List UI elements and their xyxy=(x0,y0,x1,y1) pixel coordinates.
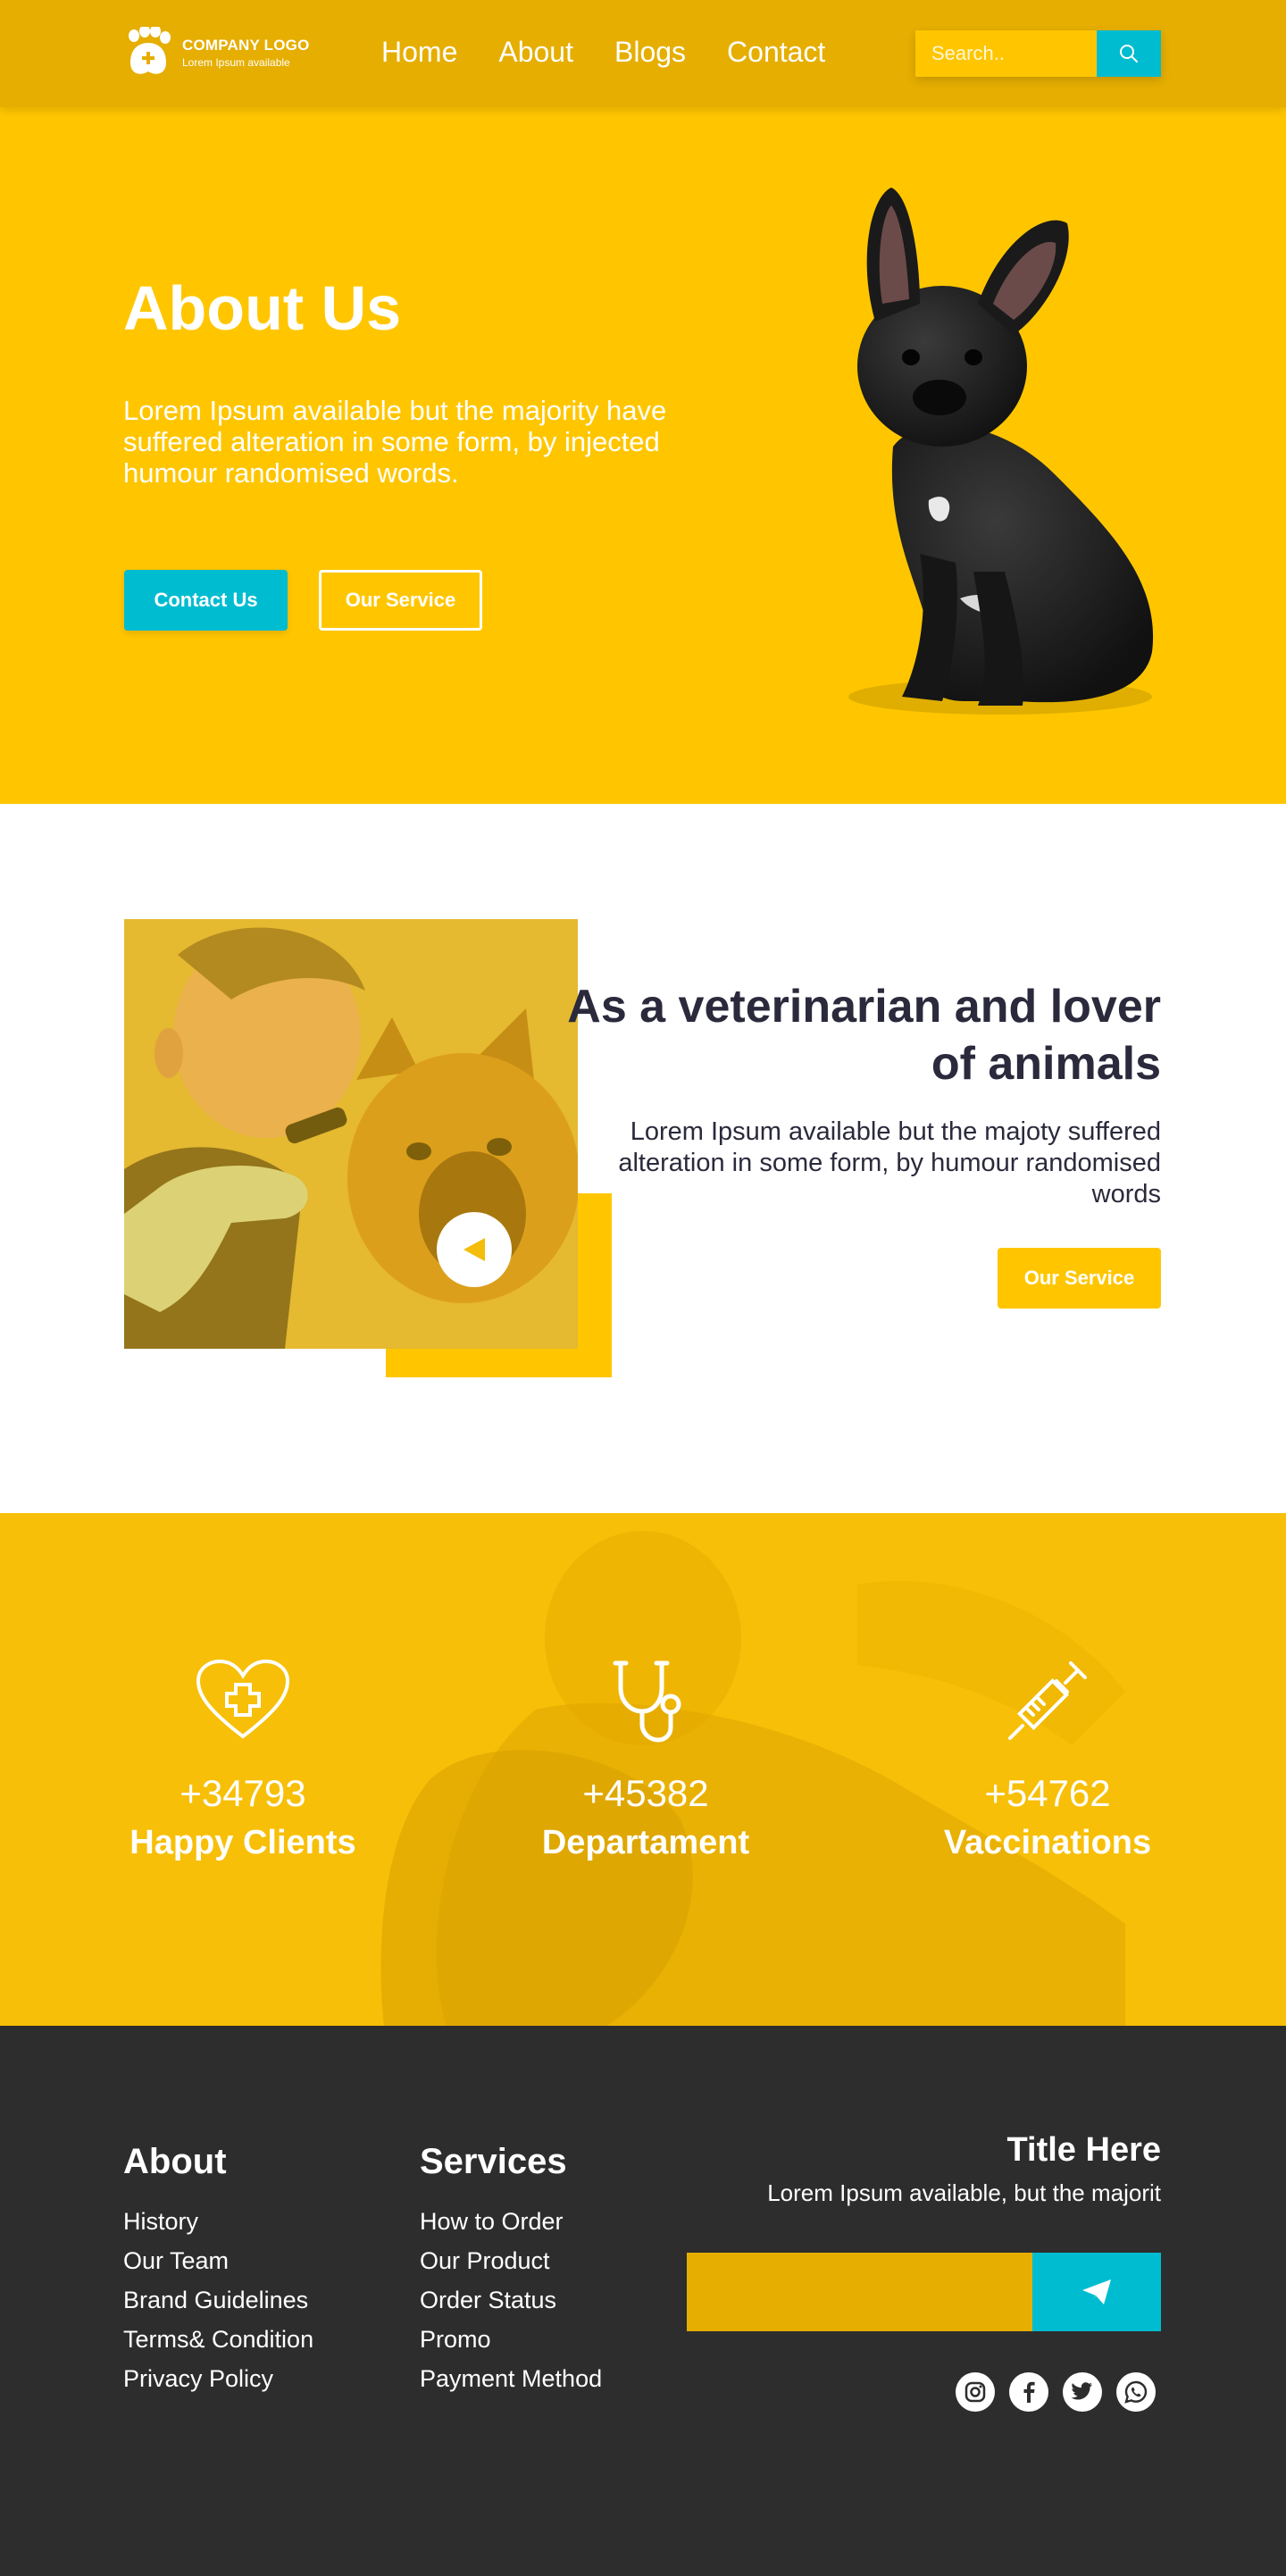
newsletter-subtitle: Lorem Ipsum available, but the majorit xyxy=(767,2179,1161,2206)
footer-link-brand-guidelines[interactable]: Brand Guidelines xyxy=(123,2280,313,2320)
stat-vaccinations: +54762 Vaccinations xyxy=(887,1656,1208,1862)
search-input[interactable] xyxy=(915,30,1097,77)
happy-clients-count: +34793 xyxy=(180,1772,306,1814)
logo-text: COMPANY LOGO Lorem Ipsum available xyxy=(182,37,310,69)
nav-contact[interactable]: Contact xyxy=(727,36,825,69)
company-logo[interactable]: COMPANY LOGO Lorem Ipsum available xyxy=(123,27,310,79)
whatsapp-icon xyxy=(1124,2380,1148,2404)
footer-link-terms[interactable]: Terms& Condition xyxy=(123,2320,313,2359)
newsletter-title: Title Here xyxy=(1006,2131,1161,2169)
departament-label: Departament xyxy=(541,1824,750,1861)
twitter-icon xyxy=(1071,2382,1092,2400)
hero-text: Lorem Ipsum available but the majority h… xyxy=(123,395,667,489)
newsletter-send-button[interactable] xyxy=(1032,2253,1161,2331)
search-icon xyxy=(1120,45,1138,63)
stat-departament: +45382 Departament xyxy=(485,1656,806,1862)
vet-with-dog-image xyxy=(124,919,578,1349)
paw-logo-icon xyxy=(129,27,171,74)
footer-link-our-team[interactable]: Our Team xyxy=(123,2241,313,2280)
happy-clients-label: Happy Clients xyxy=(129,1824,356,1861)
footer-about-title: About xyxy=(123,2142,227,2181)
footer-link-payment-method[interactable]: Payment Method xyxy=(420,2359,602,2398)
footer-link-order-status[interactable]: Order Status xyxy=(420,2280,602,2320)
our-service-button[interactable]: Our Service xyxy=(998,1248,1161,1309)
facebook-link[interactable] xyxy=(1009,2372,1048,2412)
instagram-link[interactable] xyxy=(956,2372,995,2412)
stats-section: +34793 Happy Clients +45382 Departament xyxy=(0,1513,1286,2026)
vet-with-dog-illustration xyxy=(124,919,578,1349)
newsletter-email-input[interactable] xyxy=(687,2253,1032,2331)
logo-subtitle: Lorem Ipsum available xyxy=(182,56,290,69)
nav-about[interactable]: About xyxy=(498,36,573,69)
footer-services-column: Services How to Order Our Product Order … xyxy=(420,2142,602,2398)
vaccinations-label: Vaccinations xyxy=(943,1824,1152,1861)
french-bulldog-image xyxy=(848,188,1154,715)
vaccinations-count: +54762 xyxy=(984,1772,1111,1814)
footer-about-column: About History Our Team Brand Guidelines … xyxy=(123,2142,313,2398)
heart-cross-icon xyxy=(196,1659,290,1739)
twitter-link[interactable] xyxy=(1063,2372,1102,2412)
vet-section-text: Lorem Ipsum available but the majoty suf… xyxy=(618,1117,1161,1209)
social-links xyxy=(956,2372,1156,2412)
footer-link-history[interactable]: History xyxy=(123,2202,313,2241)
play-video-button[interactable] xyxy=(437,1212,512,1287)
play-triangle-icon xyxy=(463,1238,485,1261)
footer-link-privacy[interactable]: Privacy Policy xyxy=(123,2359,313,2398)
search-button[interactable] xyxy=(1097,30,1161,77)
send-icon xyxy=(1082,2279,1111,2304)
contact-us-button[interactable]: Contact Us xyxy=(124,570,288,631)
nav-blogs[interactable]: Blogs xyxy=(614,36,686,69)
syringe-icon xyxy=(1008,1661,1087,1740)
vet-section: As a veterinarian and lover of animals L… xyxy=(0,804,1286,1513)
departament-count: +45382 xyxy=(582,1772,709,1814)
site-header: COMPANY LOGO Lorem Ipsum available Home … xyxy=(0,0,1286,107)
whatsapp-link[interactable] xyxy=(1116,2372,1156,2412)
instagram-icon xyxy=(964,2381,986,2403)
vet-section-title: As a veterinarian and lover of animals xyxy=(567,981,1161,1090)
footer-services-title: Services xyxy=(420,2142,567,2181)
our-service-outline-button[interactable]: Our Service xyxy=(319,570,482,631)
facebook-icon xyxy=(1023,2381,1035,2403)
footer-link-our-product[interactable]: Our Product xyxy=(420,2241,602,2280)
hero-title: About Us xyxy=(123,273,402,343)
stat-happy-clients: +34793 Happy Clients xyxy=(82,1656,404,1862)
logo-title: COMPANY LOGO xyxy=(182,37,310,54)
main-nav: Home About Blogs Contact xyxy=(381,36,825,69)
hero-section: About Us Lorem Ipsum available but the m… xyxy=(0,107,1286,804)
search-box xyxy=(915,30,1161,77)
footer-link-how-to-order[interactable]: How to Order xyxy=(420,2202,602,2241)
site-footer: About History Our Team Brand Guidelines … xyxy=(0,2026,1286,2576)
footer-link-promo[interactable]: Promo xyxy=(420,2320,602,2359)
stethoscope-icon xyxy=(613,1660,681,1743)
nav-home[interactable]: Home xyxy=(381,36,457,69)
